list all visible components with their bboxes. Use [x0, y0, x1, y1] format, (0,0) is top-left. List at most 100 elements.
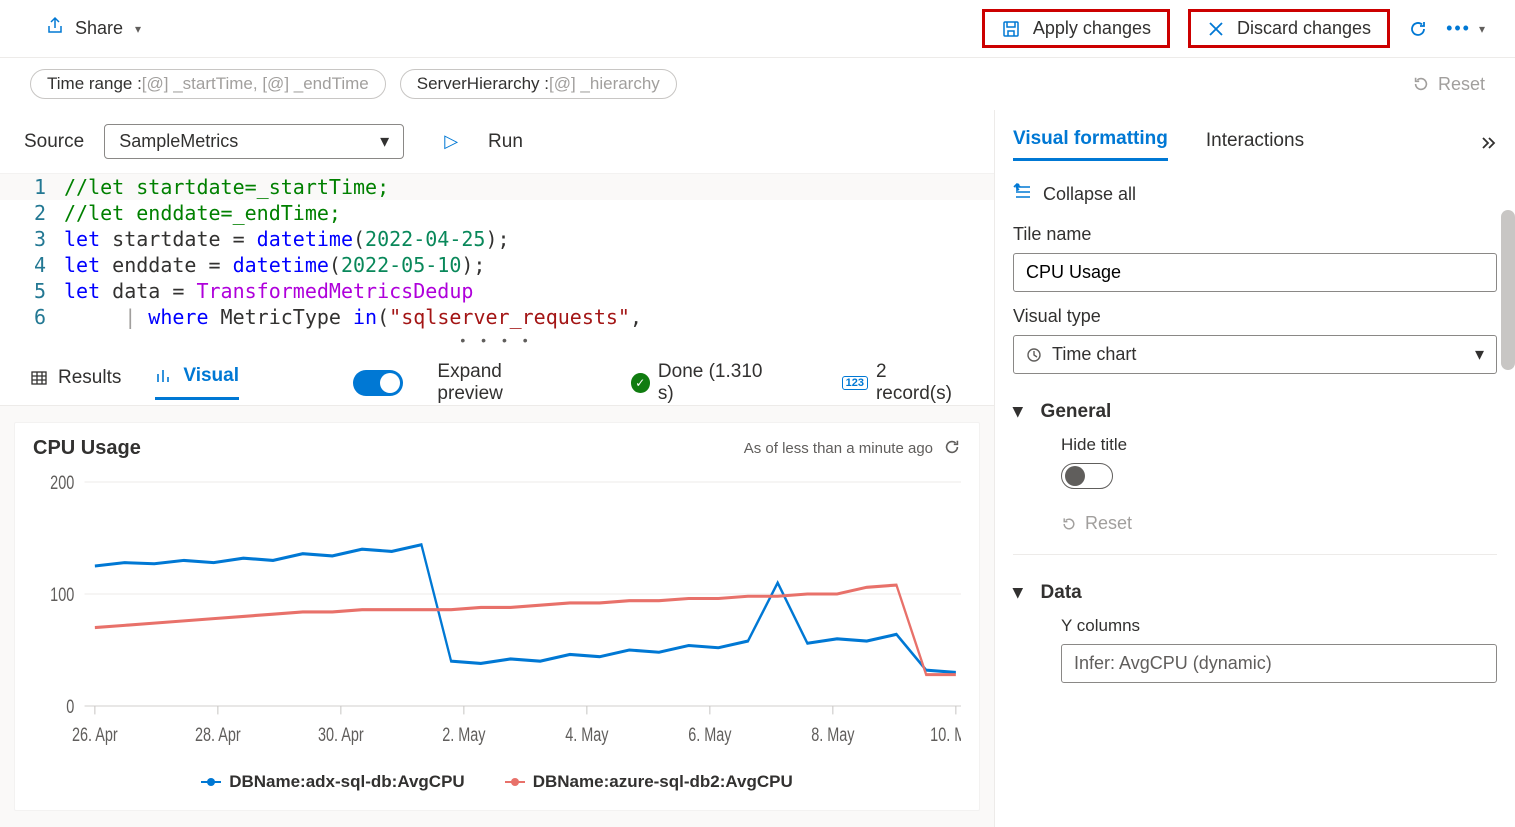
- time-range-param: [@] _startTime, [@] _endTime: [142, 74, 369, 94]
- chart-card: CPU Usage As of less than a minute ago 2…: [14, 422, 980, 811]
- svg-text:26. Apr: 26. Apr: [72, 723, 118, 746]
- tab-visual-label: Visual: [183, 365, 239, 387]
- hide-title-label: Hide title: [1061, 435, 1497, 455]
- filter-bar: Time range : [@] _startTime, [@] _endTim…: [0, 58, 1515, 110]
- collapse-all-label: Collapse all: [1043, 184, 1136, 205]
- clock-icon: [1026, 347, 1042, 363]
- source-row: Source SampleMetrics ▾ ▷ Run: [0, 110, 994, 173]
- source-select[interactable]: SampleMetrics ▾: [104, 124, 404, 159]
- visual-formatting-pane: Visual formatting Interactions Collapse …: [995, 110, 1515, 827]
- legend-label: DBName:adx-sql-db:AvgCPU: [229, 772, 465, 792]
- svg-text:10. May: 10. May: [930, 723, 961, 746]
- section-general[interactable]: ▾ General: [1013, 400, 1497, 423]
- ellipsis-icon: •••: [1446, 18, 1471, 39]
- record-count: 123 2 record(s): [842, 361, 964, 405]
- legend-marker-icon: [201, 781, 221, 783]
- svg-text:100: 100: [50, 583, 74, 606]
- section-data[interactable]: ▾ Data: [1013, 581, 1497, 604]
- ycolumns-value: Infer: AvgCPU (dynamic): [1074, 653, 1272, 674]
- play-icon: ▷: [444, 131, 458, 152]
- reset-section-button[interactable]: Reset: [1061, 513, 1497, 534]
- chevron-down-icon: ▾: [135, 22, 141, 36]
- refresh-chart-button[interactable]: [943, 438, 961, 460]
- svg-text:28. Apr: 28. Apr: [195, 723, 241, 746]
- records-icon: 123: [842, 376, 868, 390]
- legend-marker-icon: [505, 781, 525, 783]
- tile-name-input[interactable]: [1013, 253, 1497, 292]
- table-icon: [30, 369, 48, 387]
- expand-pane-button[interactable]: [1477, 134, 1497, 156]
- ycolumns-select[interactable]: Infer: AvgCPU (dynamic): [1061, 644, 1497, 683]
- chart-timestamp: As of less than a minute ago: [744, 440, 933, 457]
- resize-handle[interactable]: • • • •: [0, 330, 994, 350]
- svg-text:2. May: 2. May: [442, 723, 486, 746]
- chevron-down-icon: ▾: [1475, 344, 1484, 365]
- general-label: General: [1041, 401, 1112, 423]
- run-button[interactable]: ▷ Run: [444, 131, 523, 153]
- save-icon: [1001, 19, 1021, 39]
- discard-label: Discard changes: [1237, 18, 1371, 39]
- chart-icon: [155, 367, 173, 385]
- ycolumns-label: Y columns: [1061, 616, 1497, 636]
- visual-type-select[interactable]: Time chart ▾: [1013, 335, 1497, 374]
- apply-changes-button[interactable]: Apply changes: [982, 9, 1170, 48]
- time-chart: 200 100 0 26. Apr28. Apr30. Apr2. May4. …: [33, 468, 961, 762]
- reset-label: Reset: [1438, 74, 1485, 95]
- chevron-down-icon: ▾: [1013, 400, 1023, 423]
- share-icon: [45, 16, 65, 41]
- expand-preview-toggle[interactable]: [353, 370, 403, 396]
- collapse-icon: [1013, 183, 1033, 206]
- server-hierarchy-filter[interactable]: ServerHierarchy : [@] _hierarchy: [400, 69, 677, 99]
- time-range-label: Time range :: [47, 74, 142, 94]
- svg-text:200: 200: [50, 471, 74, 494]
- expand-preview-label: Expand preview: [437, 361, 568, 405]
- svg-text:6. May: 6. May: [688, 723, 732, 746]
- tile-name-label: Tile name: [1013, 224, 1497, 245]
- share-button[interactable]: Share ▾: [45, 16, 141, 41]
- result-tabs: Results Visual Expand preview ✓ Done (1.…: [0, 350, 994, 406]
- query-status: ✓ Done (1.310 s): [631, 361, 780, 405]
- visual-type-value: Time chart: [1052, 344, 1136, 365]
- legend-label: DBName:azure-sql-db2:AvgCPU: [533, 772, 793, 792]
- run-label: Run: [488, 131, 523, 153]
- collapse-all-button[interactable]: Collapse all: [1013, 183, 1497, 206]
- svg-text:4. May: 4. May: [565, 723, 609, 746]
- hide-title-toggle[interactable]: [1061, 463, 1113, 489]
- tab-interactions[interactable]: Interactions: [1206, 130, 1304, 160]
- discard-changes-button[interactable]: Discard changes: [1188, 9, 1390, 48]
- reset-filters-button[interactable]: Reset: [1412, 74, 1485, 95]
- hierarchy-param: [@] _hierarchy: [549, 74, 660, 94]
- data-label: Data: [1041, 582, 1082, 604]
- legend-item[interactable]: DBName:adx-sql-db:AvgCPU: [201, 772, 465, 792]
- time-range-filter[interactable]: Time range : [@] _startTime, [@] _endTim…: [30, 69, 386, 99]
- tab-results[interactable]: Results: [30, 367, 121, 399]
- hierarchy-label: ServerHierarchy :: [417, 74, 549, 94]
- close-icon: [1207, 20, 1225, 38]
- top-toolbar: Share ▾ Apply changes Discard changes ••…: [0, 0, 1515, 58]
- records-text: 2 record(s): [876, 361, 964, 405]
- chart-title: CPU Usage: [33, 437, 141, 460]
- svg-text:8. May: 8. May: [811, 723, 855, 746]
- divider: [1013, 554, 1497, 555]
- tab-visual[interactable]: Visual: [155, 365, 239, 400]
- source-value: SampleMetrics: [119, 131, 238, 152]
- scrollbar[interactable]: [1501, 210, 1515, 370]
- chevron-down-icon: ▾: [380, 131, 389, 152]
- chevron-down-icon: ▾: [1479, 22, 1485, 36]
- code-editor[interactable]: 1//let startdate=_startTime; 2//let endd…: [0, 173, 994, 330]
- apply-label: Apply changes: [1033, 18, 1151, 39]
- legend-item[interactable]: DBName:azure-sql-db2:AvgCPU: [505, 772, 793, 792]
- more-button[interactable]: ••• ▾: [1446, 18, 1485, 39]
- svg-text:30. Apr: 30. Apr: [318, 723, 364, 746]
- refresh-button[interactable]: [1408, 19, 1428, 39]
- tab-visual-formatting[interactable]: Visual formatting: [1013, 128, 1168, 161]
- reset-label: Reset: [1085, 513, 1132, 534]
- visual-type-label: Visual type: [1013, 306, 1497, 327]
- reset-icon: [1412, 75, 1430, 93]
- share-label: Share: [75, 18, 123, 39]
- status-text: Done (1.310 s): [658, 361, 780, 405]
- reset-icon: [1061, 516, 1077, 532]
- tab-results-label: Results: [58, 367, 121, 389]
- check-icon: ✓: [631, 373, 650, 393]
- source-label: Source: [24, 131, 84, 153]
